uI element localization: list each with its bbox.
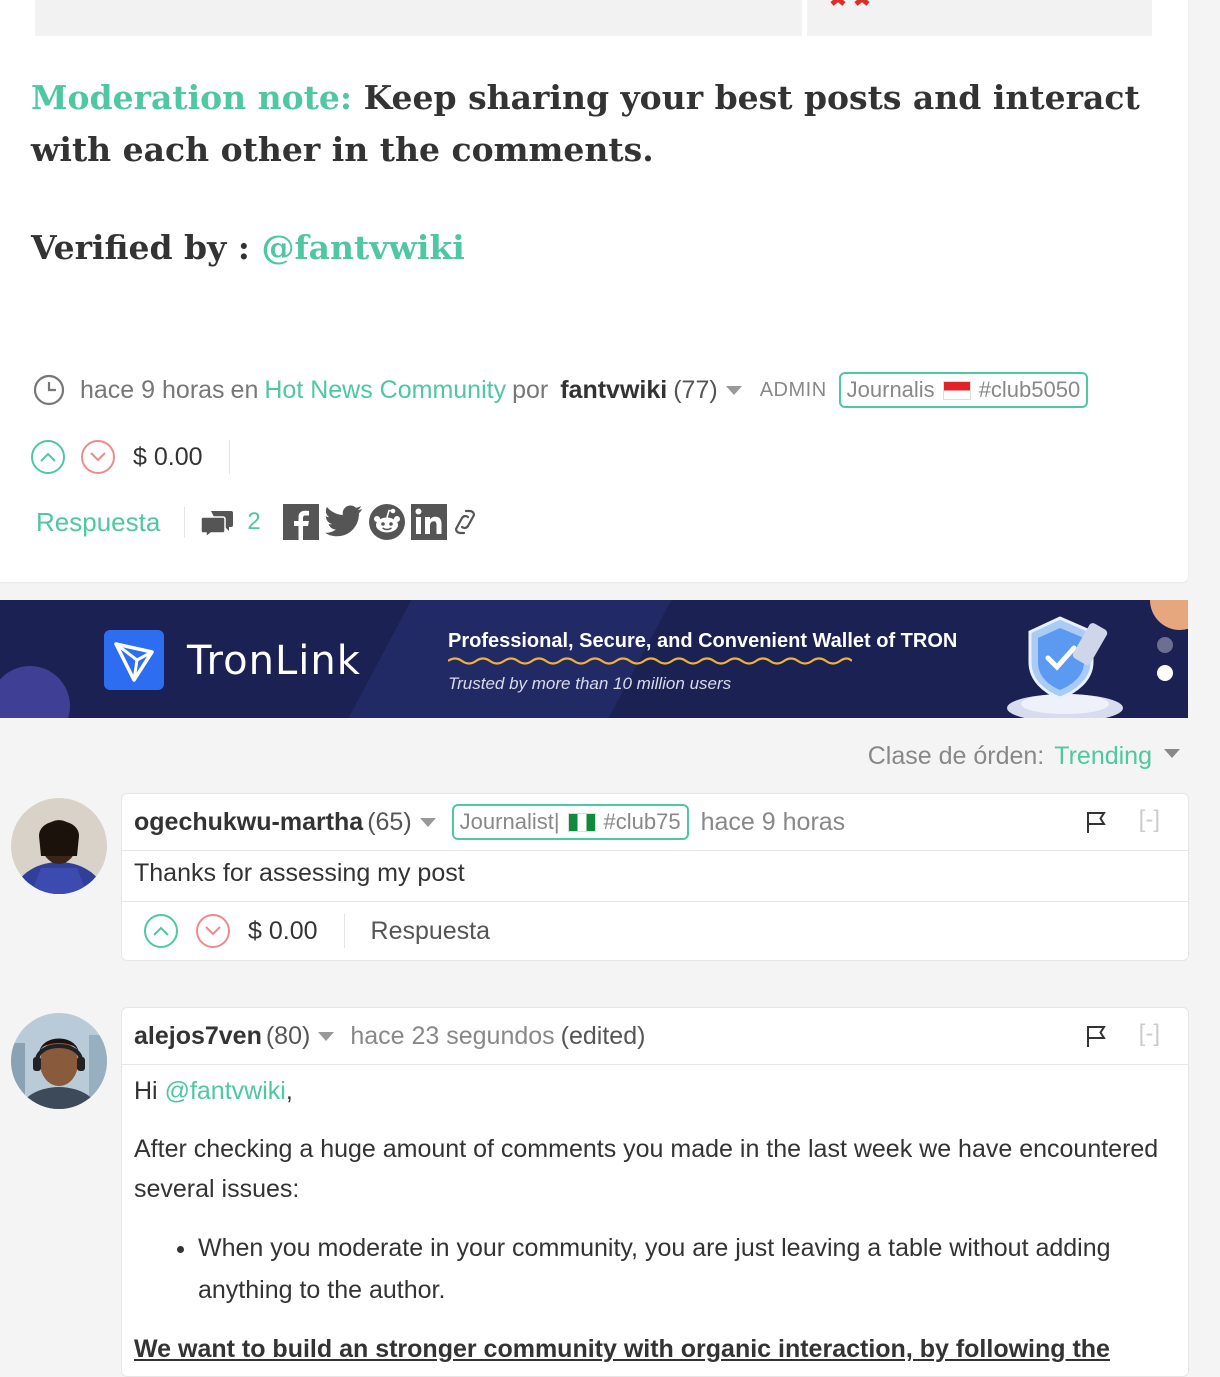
greeting-end: , — [285, 1077, 293, 1105]
chevron-down-icon — [90, 452, 106, 462]
author-dropdown-caret-icon[interactable] — [419, 817, 436, 827]
downvote-button[interactable] — [81, 440, 115, 474]
comment-text: Thanks for assessing my post — [134, 859, 465, 887]
badge-tag: #club75 — [603, 809, 681, 834]
verified-by: Verified by : @fantvwiki — [31, 222, 465, 274]
banner-headline: Professional, Secure, and Convenient Wal… — [448, 630, 958, 652]
collapse-toggle[interactable]: [-] — [1139, 1020, 1160, 1048]
sort-caret-icon[interactable] — [1164, 748, 1180, 758]
comment-body: Thanks for assessing my post — [122, 851, 1188, 901]
author-dropdown-caret-icon[interactable] — [725, 385, 742, 395]
clock-icon — [33, 374, 65, 406]
table-cell-partial — [35, 0, 802, 36]
badge-text: Journalis — [846, 377, 935, 402]
cross-mark-icon — [830, 0, 870, 6]
author-dropdown-caret-icon[interactable] — [318, 1031, 335, 1041]
upvote-button[interactable] — [31, 440, 65, 474]
comment-header: ogechukwu-martha (65) Journalist| #club7… — [122, 794, 1188, 851]
reply-button[interactable]: Respuesta — [371, 917, 491, 946]
carousel-dot[interactable] — [1157, 637, 1173, 653]
linkedin-icon[interactable] — [410, 504, 447, 540]
comment-count[interactable]: 2 — [247, 508, 260, 536]
sort-dropdown[interactable]: Trending — [1054, 742, 1152, 771]
role-label: ADMIN — [759, 378, 827, 401]
comment-header: alejos7ven (80) hace 23 segundos (edited… — [122, 1008, 1188, 1065]
verifier-user-link[interactable]: @fantvwiki — [261, 228, 464, 267]
comment-card: ogechukwu-martha (65) Journalist| #club7… — [121, 793, 1189, 961]
comment-list: When you moderate in your community, you… — [134, 1227, 1176, 1311]
facebook-icon[interactable] — [282, 504, 319, 540]
reddit-icon[interactable] — [368, 504, 405, 540]
comment-author-reputation: (65) — [367, 807, 412, 836]
flag-icon[interactable] — [1084, 810, 1108, 834]
comments-icon[interactable] — [201, 505, 235, 539]
comment-paragraph: After checking a huge amount of comments… — [134, 1135, 1159, 1203]
upvote-button[interactable] — [144, 914, 178, 948]
author-badge: Journalis #club5050 — [838, 372, 1089, 408]
mention-link[interactable]: @fantvwiki — [165, 1077, 286, 1105]
share-bar — [282, 504, 477, 540]
comment-time[interactable]: hace 23 segundos — [350, 1022, 554, 1051]
meta-por: por — [512, 375, 549, 404]
comment-actions: $ 0.00 Respuesta — [122, 901, 1188, 960]
nigeria-flag-icon — [567, 812, 596, 832]
badge-text: Journalist| — [459, 809, 560, 834]
flag-icon[interactable] — [1084, 1024, 1108, 1048]
chevron-down-icon — [205, 926, 221, 936]
reply-button[interactable]: Respuesta — [36, 506, 186, 538]
post-author-link[interactable]: fantvwiki — [560, 376, 667, 405]
carousel-dot-active[interactable] — [1157, 665, 1173, 681]
banner-decor — [0, 666, 70, 718]
banner-underline-wave — [448, 657, 852, 665]
comment-time[interactable]: hace 9 horas — [701, 808, 846, 837]
shield-illustration-icon — [1007, 616, 1123, 718]
tronlink-logo-icon — [104, 630, 164, 690]
list-item: When you moderate in your community, you… — [198, 1227, 1176, 1311]
link-icon[interactable] — [453, 507, 477, 537]
post-time: hace 9 horas — [80, 375, 225, 404]
comment-author-reputation: (80) — [265, 1021, 311, 1050]
comment-card: alejos7ven (80) hace 23 segundos (edited… — [121, 1007, 1189, 1377]
comment-author-link[interactable]: ogechukwu-martha — [134, 808, 363, 837]
verified-label: Verified by : — [31, 228, 262, 267]
comment-greeting: Hi @fantvwiki, — [134, 1071, 1176, 1111]
twitter-icon[interactable] — [324, 505, 363, 539]
edited-label: (edited) — [560, 1021, 646, 1050]
downvote-button[interactable] — [196, 914, 230, 948]
avatar[interactable] — [11, 1013, 107, 1109]
moderation-note: Moderation note: Keep sharing your best … — [31, 72, 1161, 176]
collapse-toggle[interactable]: [-] — [1139, 806, 1160, 834]
badge-tag: #club5050 — [978, 377, 1081, 402]
greeting-text: Hi — [134, 1077, 165, 1105]
post-vote-row: $ 0.00 — [31, 437, 230, 477]
banner-decor — [1150, 600, 1188, 630]
comment-body: Hi @fantvwiki, After checking a huge amo… — [122, 1065, 1188, 1369]
comment-payout[interactable]: $ 0.00 — [248, 914, 345, 948]
author-reputation: (77) — [673, 375, 718, 404]
moderation-note-label: Moderation note: — [31, 78, 353, 117]
post-action-row: Respuesta 2 — [36, 500, 477, 544]
comment-paragraph-partial: We want to build an stronger community w… — [134, 1335, 1110, 1363]
avatar[interactable] — [11, 798, 107, 894]
indonesia-flag-icon — [942, 380, 971, 400]
post-card: Moderation note: Keep sharing your best … — [0, 0, 1188, 582]
comment-sort: Clase de órden: Trending — [868, 738, 1180, 774]
post-meta: hace 9 horas en Hot News Community por f… — [33, 370, 1089, 410]
chevron-up-icon — [40, 452, 56, 462]
chevron-up-icon — [153, 926, 169, 936]
meta-en: en — [230, 375, 259, 404]
banner-subline: Trusted by more than 10 million users — [448, 674, 732, 693]
author-badge: Journalist| #club75 — [451, 804, 689, 840]
sort-label: Clase de órden: — [867, 741, 1045, 770]
post-payout[interactable]: $ 0.00 — [133, 440, 230, 474]
banner-brand: TronLink — [187, 638, 361, 684]
comment-author-link[interactable]: alejos7ven — [134, 1022, 262, 1051]
community-link[interactable]: Hot News Community — [264, 376, 506, 405]
